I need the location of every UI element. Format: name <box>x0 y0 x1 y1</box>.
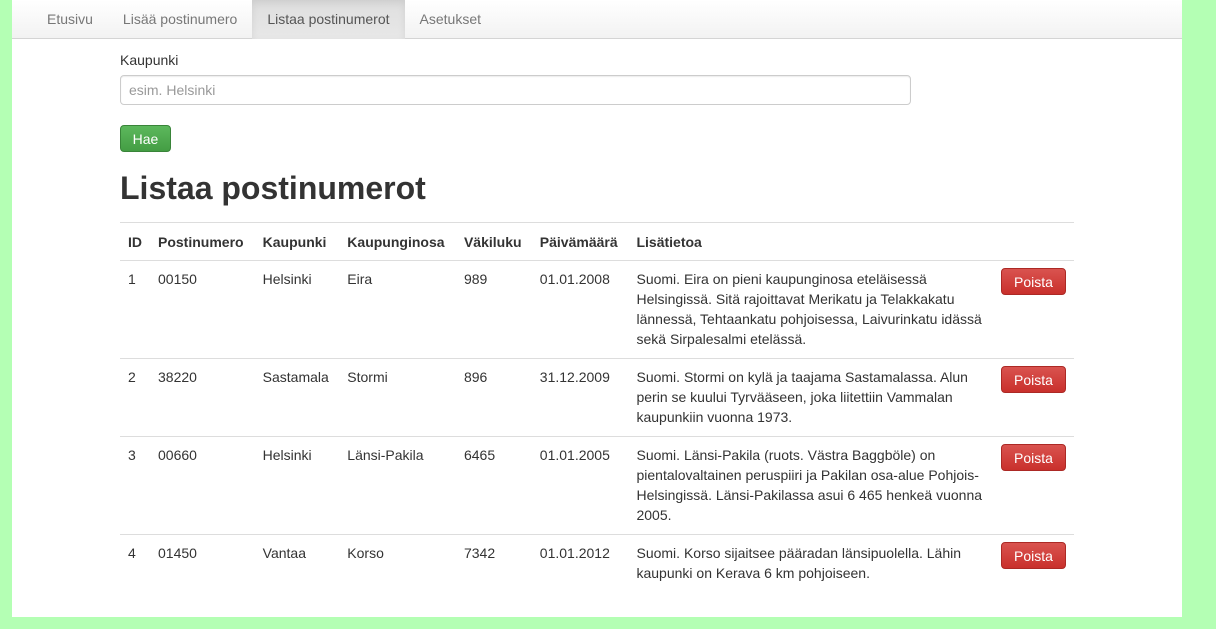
cell-id: 4 <box>120 534 150 592</box>
table-row: 3 00660 Helsinki Länsi-Pakila 6465 01.01… <box>120 436 1074 535</box>
cell-district: Stormi <box>339 358 456 437</box>
table-row: 1 00150 Helsinki Eira 989 01.01.2008 Suo… <box>120 261 1074 359</box>
cell-id: 3 <box>120 436 150 535</box>
page-container: Etusivu Lisää postinumero Listaa postinu… <box>12 0 1182 617</box>
header-id: ID <box>120 222 150 261</box>
cell-info: Suomi. Korso sijaitsee pääradan länsipuo… <box>628 534 991 592</box>
cell-city: Sastamala <box>254 358 340 437</box>
page-title: Listaa postinumerot <box>120 170 426 206</box>
cell-city: Helsinki <box>254 436 340 535</box>
cell-population: 7342 <box>455 534 532 592</box>
cell-info: Suomi. Eira on pieni kaupunginosa eteläi… <box>636 271 982 347</box>
cell-action: Poista <box>990 534 1074 592</box>
search-button[interactable]: Hae <box>120 125 171 152</box>
cell-city: Vantaa <box>254 534 340 592</box>
header-population: Väkiluku <box>455 222 532 261</box>
header-postal-code: Postinumero <box>150 222 255 261</box>
cell-city: Helsinki <box>262 271 312 287</box>
cell-date: 31.12.2009 <box>531 358 629 437</box>
table-row: 2 38220 Sastamala Stormi 896 31.12.2009 … <box>120 358 1074 437</box>
cell-date: 01.01.2012 <box>531 534 629 592</box>
cell-postal-code: 01450 <box>150 534 255 592</box>
city-search-input[interactable] <box>120 75 911 105</box>
cell-info: Suomi. Länsi-Pakila (ruots. Västra Baggb… <box>628 436 991 535</box>
top-navbar: Etusivu Lisää postinumero Listaa postinu… <box>12 0 1182 39</box>
cell-population: 896 <box>455 358 532 437</box>
cell-info: Suomi. Stormi on kylä ja taajama Sastama… <box>628 358 991 437</box>
cell-action: Poista <box>990 358 1074 437</box>
delete-button[interactable]: Poista <box>1001 542 1066 569</box>
header-district: Kaupunginosa <box>339 222 456 261</box>
delete-button[interactable]: Poista <box>1001 444 1066 471</box>
cell-population: 989 <box>463 271 488 287</box>
table-row: 4 01450 Vantaa Korso 7342 01.01.2012 Suo… <box>120 534 1074 592</box>
delete-button[interactable]: Poista <box>1001 268 1066 295</box>
cell-postal-code: 00150 <box>158 271 197 287</box>
table-header-row: ID Postinumero Kaupunki Kaupunginosa Väk… <box>120 222 1074 261</box>
cell-date: 01.01.2008 <box>539 271 610 287</box>
delete-button[interactable]: Poista <box>1001 366 1066 393</box>
nav-item-listaa-postinumerot[interactable]: Listaa postinumerot <box>252 0 405 39</box>
city-field-label: Kaupunki <box>120 52 179 68</box>
cell-action: Poista <box>990 436 1074 535</box>
cell-id: 1 <box>128 271 136 287</box>
header-city: Kaupunki <box>254 222 340 261</box>
cell-district: Länsi-Pakila <box>339 436 456 535</box>
cell-postal-code: 38220 <box>150 358 255 437</box>
header-info: Lisätietoa <box>628 222 991 261</box>
cell-action: Poista <box>990 261 1074 359</box>
nav-item-lisaa-postinumero[interactable]: Lisää postinumero <box>108 0 252 39</box>
header-action <box>990 222 1074 261</box>
cell-district: Korso <box>339 534 456 592</box>
nav-item-etusivu[interactable]: Etusivu <box>32 0 108 39</box>
header-date: Päivämäärä <box>531 222 629 261</box>
cell-population: 6465 <box>455 436 532 535</box>
nav-item-asetukset[interactable]: Asetukset <box>405 0 496 39</box>
cell-district: Eira <box>347 271 373 287</box>
cell-id: 2 <box>120 358 150 437</box>
postal-code-table: ID Postinumero Kaupunki Kaupunginosa Väk… <box>120 222 1074 592</box>
cell-date: 01.01.2005 <box>531 436 629 535</box>
cell-postal-code: 00660 <box>150 436 255 535</box>
